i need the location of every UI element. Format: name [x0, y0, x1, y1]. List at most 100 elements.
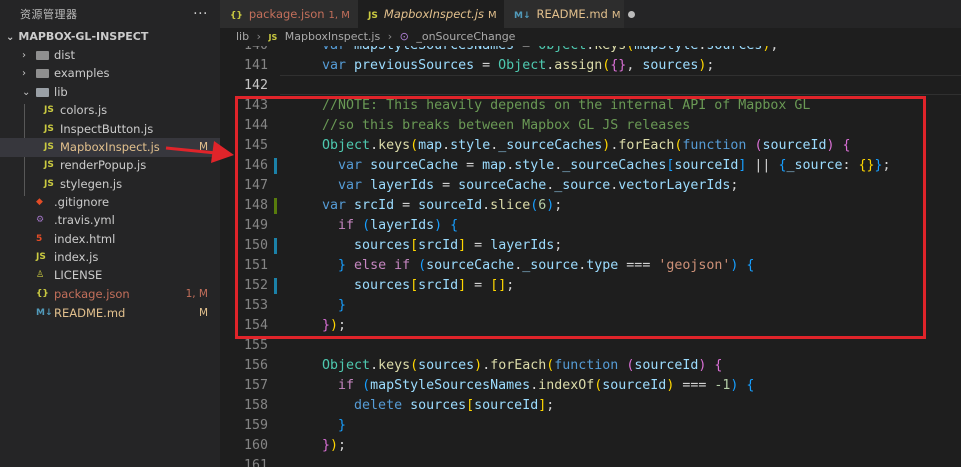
chevron-right-icon: ›	[22, 50, 26, 61]
file-tree-item[interactable]: JS stylegen.js	[0, 175, 220, 194]
file-tree-item[interactable]: ◆ .gitignore	[0, 193, 220, 212]
file-tree-item[interactable]: › examples	[0, 64, 220, 83]
unsaved-dot-icon[interactable]	[628, 11, 636, 18]
code-token: forEach	[490, 358, 547, 373]
code-line: var mapStyleSourcesNames = Object.keys(m…	[290, 46, 778, 56]
file-name: InspectButton.js	[60, 122, 154, 136]
code-token: var	[290, 46, 354, 53]
file-tree-item[interactable]: {} package.json 1, M	[0, 285, 220, 304]
code-token: sources	[642, 58, 699, 73]
file-tree-item[interactable]: › dist	[0, 46, 220, 65]
code-token: ;	[706, 58, 715, 73]
code-token: .	[482, 358, 491, 373]
file-tree-item[interactable]: JS index.js	[0, 248, 220, 267]
js-icon: JS	[44, 105, 54, 115]
code-token: =	[474, 58, 499, 73]
file-name: package.json	[54, 287, 130, 301]
tab-label: README.md	[536, 7, 608, 21]
file-tree-item[interactable]: ♙ LICENSE	[0, 266, 220, 285]
tab-modified-status: M	[611, 10, 621, 21]
explorer-title: 资源管理器	[20, 8, 78, 21]
editor-tabs: {}package.json1, M JSMapboxInspect.jsM× …	[220, 0, 961, 28]
chevron-down-icon: ⌄	[6, 32, 15, 43]
code-token: var	[290, 58, 355, 73]
code-token: mapStyle	[634, 46, 698, 53]
code-token: sources	[418, 358, 475, 373]
current-line-highlight	[280, 75, 961, 95]
code-token: mapStyleSourcesNames	[354, 46, 514, 53]
html-icon: 5	[36, 234, 43, 244]
tab-readme-md[interactable]: M↓ README.md M	[504, 0, 636, 28]
tab-package-json[interactable]: {} package.json 1, M	[220, 0, 358, 28]
file-name: LICENSE	[54, 268, 103, 282]
more-actions-icon[interactable]: ···	[193, 6, 208, 22]
project-root[interactable]: ⌄ MAPBOX-GL-INSPECT	[0, 28, 220, 46]
line-number: 140	[220, 46, 268, 56]
method-icon: ⊙	[399, 30, 409, 43]
tab-label: MapboxInspect.js	[383, 7, 484, 21]
code-token: ,	[626, 58, 643, 73]
code-token: =	[514, 46, 538, 53]
file-name: .gitignore	[54, 195, 110, 209]
file-name: README.md	[54, 306, 126, 320]
json-icon: {}	[230, 11, 243, 21]
line-number: 142	[243, 78, 268, 93]
line-number: 156	[243, 358, 268, 373]
chevron-right-icon: ›	[387, 30, 393, 43]
folder-open-icon	[36, 88, 49, 97]
js-icon: JS	[44, 160, 54, 170]
js-icon: JS	[368, 11, 378, 21]
explorer-sidebar: 资源管理器 ··· ⌄ MAPBOX-GL-INSPECT › dist › examp…	[0, 0, 220, 467]
code-line: }	[290, 416, 346, 436]
code-token: }	[290, 438, 331, 453]
code-line: if (mapStyleSourcesNames.indexOf(sourceI…	[290, 376, 754, 396]
code-line: Object.keys(sources).forEach(function (s…	[290, 356, 722, 376]
code-token: delete	[290, 398, 411, 413]
code-token: .	[370, 358, 379, 373]
file-name: lib	[54, 85, 68, 99]
annotation-highlight-box	[235, 96, 926, 339]
chevron-right-icon: ›	[256, 30, 262, 43]
line-number: 157	[243, 378, 268, 393]
js-icon: JS	[44, 142, 54, 152]
file-tree-item[interactable]: JS colors.js	[0, 101, 220, 120]
gear-icon: ⚙	[36, 215, 45, 225]
folder-icon	[36, 51, 49, 60]
code-token: sourceId	[602, 378, 667, 393]
file-tree-item[interactable]: 5 index.html	[0, 230, 220, 249]
code-token: assign	[554, 58, 603, 73]
markdown-icon: M↓	[36, 308, 53, 318]
tab-label: package.json	[248, 7, 325, 21]
code-token: ===	[674, 378, 715, 393]
breadcrumb-folder[interactable]: lib	[236, 30, 249, 43]
code-line: delete sources[sourceId];	[290, 396, 554, 416]
tab-modified-status: M	[487, 10, 497, 21]
code-token: Object	[538, 46, 586, 53]
breadcrumb-file[interactable]: MapboxInspect.js	[285, 30, 380, 43]
code-token: ;	[546, 398, 555, 413]
code-token: ;	[770, 46, 778, 53]
file-name: index.js	[54, 250, 99, 264]
file-tree-item[interactable]: M↓ README.md M	[0, 304, 220, 323]
code-token: [	[466, 398, 475, 413]
code-token: {	[714, 358, 723, 373]
code-token: )	[330, 438, 339, 453]
chevron-down-icon: ⌄	[22, 87, 31, 98]
code-token: function	[554, 358, 627, 373]
js-icon: JS	[44, 179, 54, 189]
file-tree-item[interactable]: ⌄ lib	[0, 83, 220, 102]
tab-mapboxinspect-js[interactable]: JSMapboxInspect.jsM×	[358, 0, 515, 28]
file-name: renderPopup.js	[60, 158, 147, 172]
breadcrumb-symbol[interactable]: _onSourceChange	[416, 30, 515, 43]
chevron-right-icon: ›	[22, 68, 26, 79]
line-number: 155	[243, 338, 268, 353]
line-number: 159	[243, 418, 268, 433]
code-token: (	[362, 378, 371, 393]
line-number: 160	[243, 438, 268, 453]
file-name: stylegen.js	[60, 177, 123, 191]
file-name: .travis.yml	[54, 213, 115, 227]
code-token: ;	[338, 438, 347, 453]
git-status-badge: 1, M	[185, 288, 208, 300]
file-tree-item[interactable]: ⚙ .travis.yml	[0, 211, 220, 230]
code-token: keys	[378, 358, 411, 373]
